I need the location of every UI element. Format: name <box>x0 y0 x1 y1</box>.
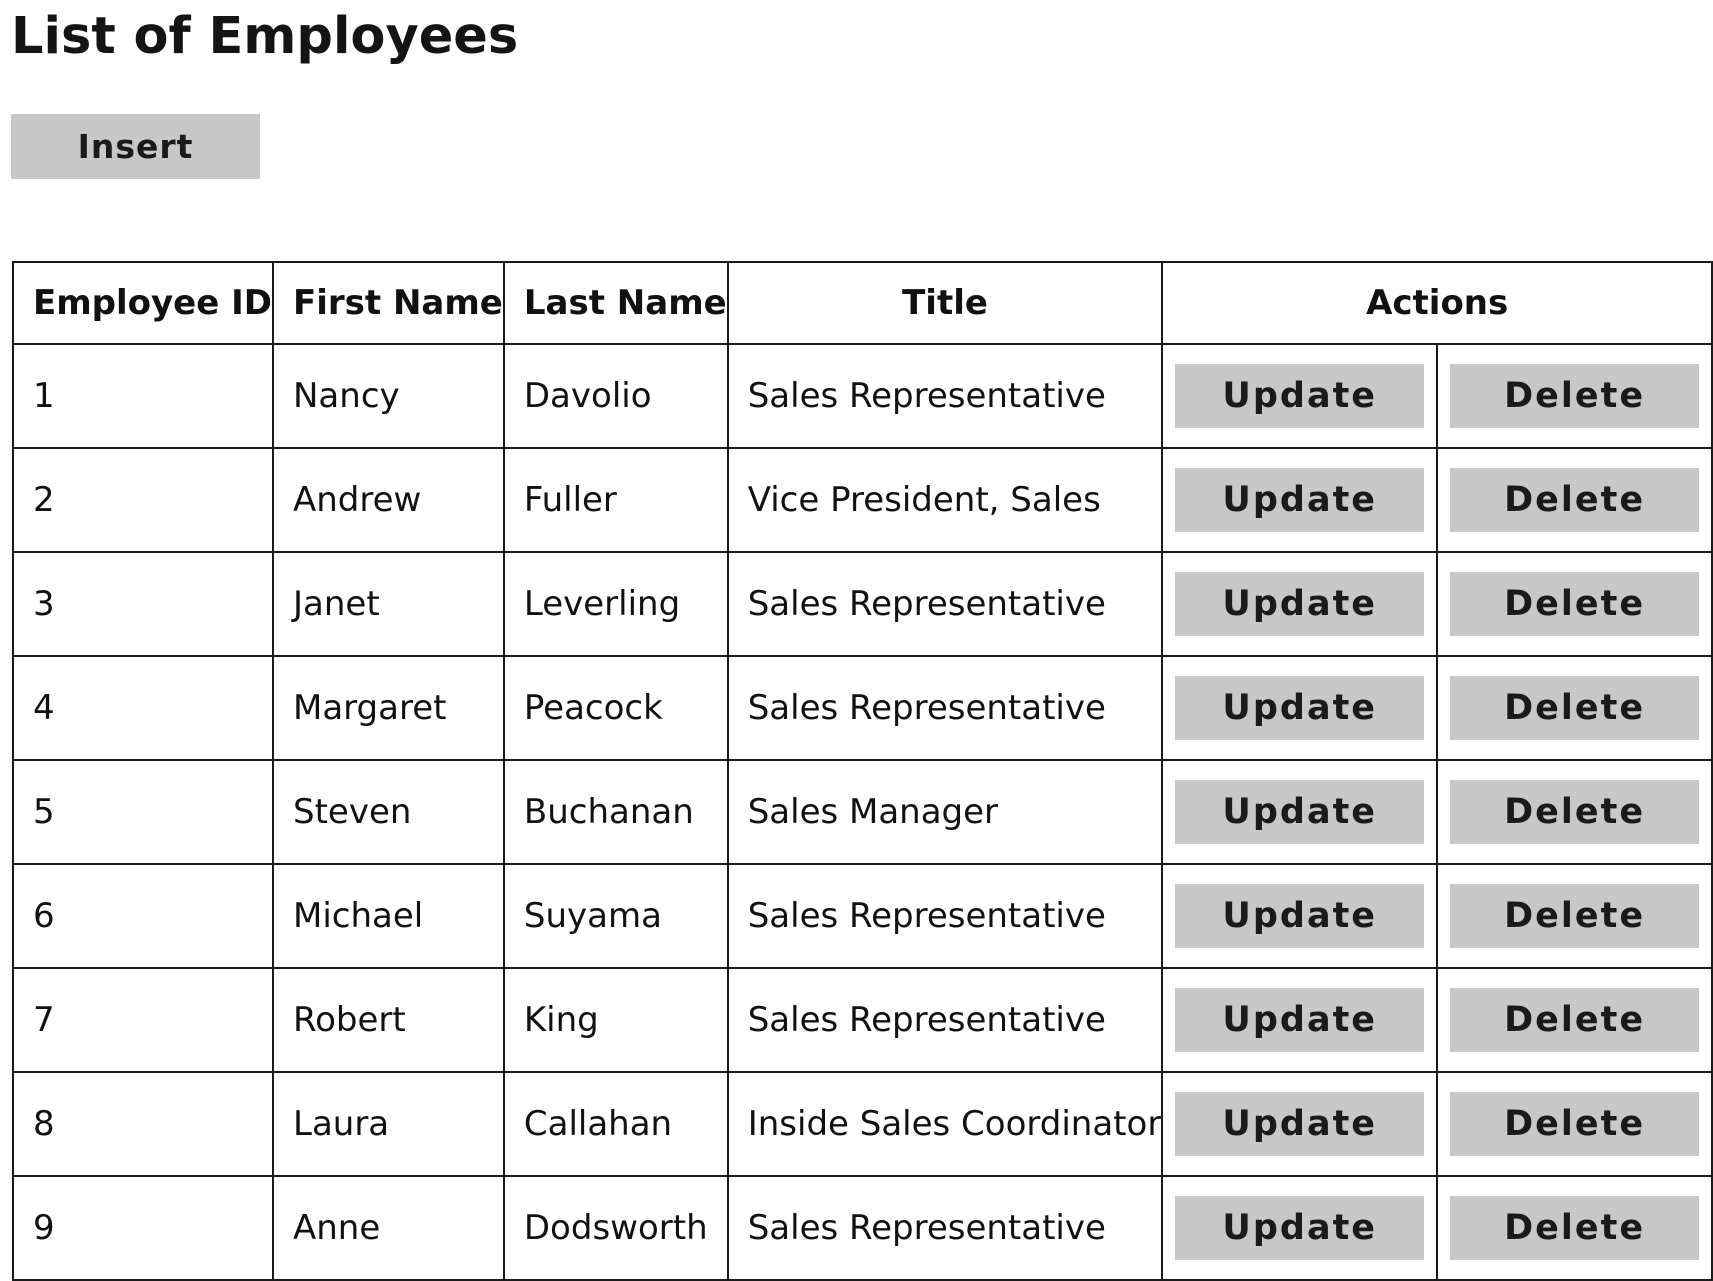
delete-button[interactable]: Delete <box>1450 884 1700 948</box>
update-cell: Update <box>1161 1175 1439 1281</box>
employee-id-cell: 9 <box>12 1175 274 1281</box>
first-name-cell: Nancy <box>272 343 505 449</box>
last-name-cell: Peacock <box>502 655 729 761</box>
table-row: 1 Nancy Davolio Sales Representative Upd… <box>12 343 1713 449</box>
title-cell: Sales Representative <box>726 1175 1164 1281</box>
employee-id-cell: 2 <box>12 447 274 553</box>
delete-button[interactable]: Delete <box>1450 572 1700 636</box>
employees-table: Employee ID First Name Last Name Title A… <box>12 261 1713 1281</box>
insert-button[interactable]: Insert <box>11 114 260 179</box>
update-cell: Update <box>1161 343 1439 449</box>
last-name-cell: Leverling <box>502 551 729 657</box>
delete-button[interactable]: Delete <box>1450 364 1700 428</box>
update-cell: Update <box>1161 863 1439 969</box>
update-button[interactable]: Update <box>1175 780 1425 844</box>
first-name-cell: Steven <box>272 759 505 865</box>
update-cell: Update <box>1161 447 1439 553</box>
last-name-cell: Suyama <box>502 863 729 969</box>
title-cell: Sales Representative <box>726 343 1164 449</box>
first-name-cell: Robert <box>272 967 505 1073</box>
update-button[interactable]: Update <box>1175 884 1425 948</box>
update-button[interactable]: Update <box>1175 1196 1425 1260</box>
last-name-cell: Fuller <box>502 447 729 553</box>
table-row: 2 Andrew Fuller Vice President, Sales Up… <box>12 447 1713 553</box>
title-cell: Sales Manager <box>726 759 1164 865</box>
title-cell: Sales Representative <box>726 863 1164 969</box>
update-cell: Update <box>1161 759 1439 865</box>
table-row: 6 Michael Suyama Sales Representative Up… <box>12 863 1713 969</box>
employee-id-cell: 5 <box>12 759 274 865</box>
update-cell: Update <box>1161 1071 1439 1177</box>
first-name-cell: Michael <box>272 863 505 969</box>
delete-cell: Delete <box>1436 863 1713 969</box>
first-name-cell: Andrew <box>272 447 505 553</box>
header-last-name: Last Name <box>502 261 729 345</box>
employee-id-cell: 6 <box>12 863 274 969</box>
table-row: 7 Robert King Sales Representative Updat… <box>12 967 1713 1073</box>
last-name-cell: Davolio <box>502 343 729 449</box>
delete-button[interactable]: Delete <box>1450 1092 1700 1156</box>
employee-id-cell: 7 <box>12 967 274 1073</box>
title-cell: Inside Sales Coordinator <box>726 1071 1164 1177</box>
update-button[interactable]: Update <box>1175 676 1425 740</box>
delete-button[interactable]: Delete <box>1450 1196 1700 1260</box>
first-name-cell: Anne <box>272 1175 505 1281</box>
last-name-cell: Buchanan <box>502 759 729 865</box>
table-row: 4 Margaret Peacock Sales Representative … <box>12 655 1713 761</box>
title-cell: Sales Representative <box>726 967 1164 1073</box>
table-row: 8 Laura Callahan Inside Sales Coordinato… <box>12 1071 1713 1177</box>
delete-button[interactable]: Delete <box>1450 676 1700 740</box>
delete-cell: Delete <box>1436 551 1713 657</box>
employee-id-cell: 4 <box>12 655 274 761</box>
delete-button[interactable]: Delete <box>1450 468 1700 532</box>
delete-button[interactable]: Delete <box>1450 780 1700 844</box>
employee-id-cell: 8 <box>12 1071 274 1177</box>
delete-cell: Delete <box>1436 759 1713 865</box>
header-first-name: First Name <box>272 261 505 345</box>
table-row: 9 Anne Dodsworth Sales Representative Up… <box>12 1175 1713 1281</box>
last-name-cell: Dodsworth <box>502 1175 729 1281</box>
last-name-cell: King <box>502 967 729 1073</box>
delete-cell: Delete <box>1436 343 1713 449</box>
update-button[interactable]: Update <box>1175 988 1425 1052</box>
update-cell: Update <box>1161 967 1439 1073</box>
update-button[interactable]: Update <box>1175 364 1425 428</box>
title-cell: Sales Representative <box>726 655 1164 761</box>
delete-cell: Delete <box>1436 447 1713 553</box>
first-name-cell: Janet <box>272 551 505 657</box>
last-name-cell: Callahan <box>502 1071 729 1177</box>
update-button[interactable]: Update <box>1175 468 1425 532</box>
delete-cell: Delete <box>1436 967 1713 1073</box>
table-row: 3 Janet Leverling Sales Representative U… <box>12 551 1713 657</box>
update-cell: Update <box>1161 551 1439 657</box>
first-name-cell: Laura <box>272 1071 505 1177</box>
title-cell: Vice President, Sales <box>726 447 1164 553</box>
title-cell: Sales Representative <box>726 551 1164 657</box>
page-title: List of Employees <box>11 7 519 66</box>
update-button[interactable]: Update <box>1175 1092 1425 1156</box>
employee-id-cell: 1 <box>12 343 274 449</box>
table-row: 5 Steven Buchanan Sales Manager Update D… <box>12 759 1713 865</box>
employee-id-cell: 3 <box>12 551 274 657</box>
delete-button[interactable]: Delete <box>1450 988 1700 1052</box>
header-title: Title <box>726 261 1164 345</box>
delete-cell: Delete <box>1436 1175 1713 1281</box>
header-employee-id: Employee ID <box>12 261 274 345</box>
delete-cell: Delete <box>1436 1071 1713 1177</box>
delete-cell: Delete <box>1436 655 1713 761</box>
table-header-row: Employee ID First Name Last Name Title A… <box>12 261 1713 345</box>
header-actions: Actions <box>1161 261 1713 345</box>
update-button[interactable]: Update <box>1175 572 1425 636</box>
update-cell: Update <box>1161 655 1439 761</box>
first-name-cell: Margaret <box>272 655 505 761</box>
